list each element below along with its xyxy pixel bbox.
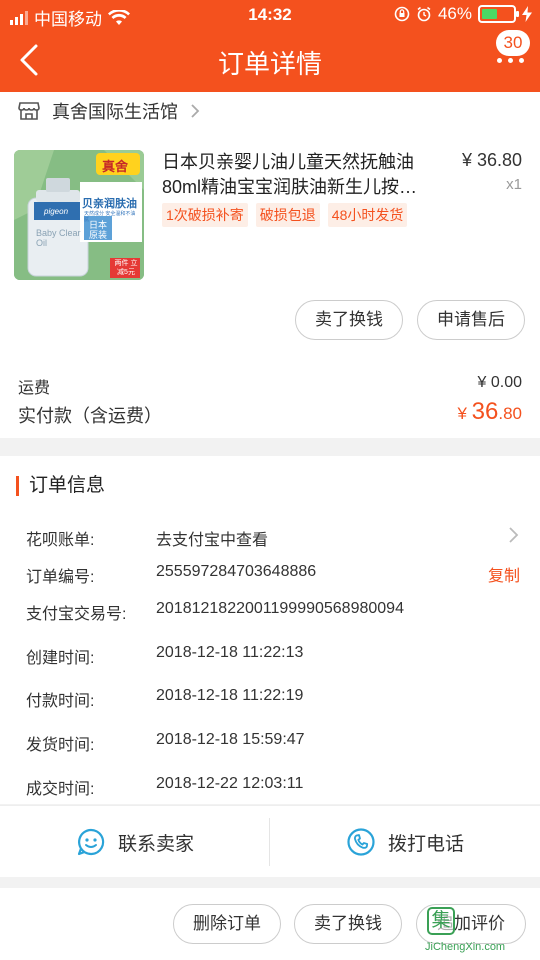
call-phone-button[interactable]: 拨打电话 [270, 806, 540, 878]
product-title[interactable]: 日本贝亲婴儿油儿童天然抚触油80ml精油宝宝润肤油新生儿按… [162, 150, 442, 200]
shipping-value: ¥ 0.00 [477, 374, 522, 391]
alarm-icon [417, 6, 431, 22]
rotation-lock-icon [394, 6, 410, 22]
info-label: 支付宝交易号: [26, 606, 127, 623]
info-label: 发货时间: [26, 737, 95, 754]
completed-time: 2018-12-22 12:03:11 [156, 775, 304, 792]
top-bar: 中国移动 14:32 46% 订单详情 30 [0, 0, 540, 92]
service-tag: 破损包退 [255, 203, 320, 227]
store-name: 真舍国际生活馆 [52, 102, 178, 122]
more-dots-icon [497, 58, 524, 63]
product-quantity: x1 [506, 176, 522, 193]
status-right: 46% [394, 4, 532, 24]
contact-seller-button[interactable]: 联系卖家 [0, 806, 270, 878]
product-price: ¥ 36.80 [461, 150, 522, 170]
huabei-bill-link[interactable]: 去支付宝中查看 [156, 526, 268, 550]
message-count-badge[interactable]: 30 [496, 30, 530, 56]
delete-order-button[interactable]: 删除订单 [173, 904, 281, 944]
info-label: 成交时间: [26, 781, 95, 798]
image-product-name-en: Baby Clear Oil [36, 228, 81, 248]
chevron-right-icon[interactable] [508, 526, 520, 544]
image-origin-label: 日本原装 [88, 220, 107, 240]
shipping-label: 运费 [18, 380, 51, 397]
chevron-right-icon [191, 104, 200, 118]
battery-icon [478, 5, 519, 23]
order-info-title: 订单信息 [16, 476, 105, 496]
service-tag: 1次破损补寄 [162, 203, 248, 227]
contact-bar: 联系卖家 拨打电话 [0, 805, 540, 877]
resell-button[interactable]: 卖了换钱 [295, 300, 403, 340]
copy-button[interactable]: 复制 [488, 562, 520, 586]
store-icon [18, 102, 40, 120]
store-link[interactable]: 真舍国际生活馆 [18, 98, 200, 124]
watermark-logo-icon: 集 [427, 907, 455, 935]
shipped-time: 2018-12-18 15:59:47 [156, 731, 305, 748]
call-phone-label: 拨打电话 [387, 833, 464, 855]
order-number: 255597284703648886 [156, 563, 317, 580]
contact-seller-label: 联系卖家 [117, 833, 194, 855]
paid-currency: ¥ [457, 404, 472, 423]
created-time: 2018-12-18 11:22:13 [156, 644, 304, 661]
info-label: 创建时间: [26, 650, 95, 667]
paid-amount: ¥ 36.80 [457, 398, 522, 426]
image-product-name: 贝亲润肤油 [82, 198, 137, 210]
charging-icon [522, 6, 532, 22]
info-label: 付款时间: [26, 693, 95, 710]
image-offer-label: 两件 立减5元 [114, 260, 138, 276]
product-image[interactable]: 真舍 pigeon 贝亲润肤油 天然成分 安全温和不油腻 Baby Clear … [14, 150, 144, 280]
resell-button-bottom[interactable]: 卖了换钱 [294, 904, 402, 944]
nav-bar: 订单详情 30 [0, 30, 540, 92]
phone-icon [347, 828, 375, 856]
paid-time: 2018-12-18 11:22:19 [156, 687, 304, 704]
paid-label: 实付款（含运费） [18, 406, 162, 426]
apply-after-sale-button[interactable]: 申请售后 [417, 300, 525, 340]
alipay-trade-number: 2018121822001199990568980094 [156, 600, 404, 617]
page-title: 订单详情 [217, 49, 322, 79]
site-watermark: 集 JiChengXin.com [425, 905, 535, 957]
status-bar: 中国移动 14:32 46% [0, 0, 540, 30]
info-label: 订单编号: [26, 569, 95, 586]
info-label: 花呗账单: [26, 532, 95, 549]
chat-icon [77, 828, 105, 856]
paid-amount-integer: 36 [471, 398, 499, 425]
battery-percent: 46% [437, 4, 472, 23]
service-tags: 1次破损补寄 破损包退 48小时发货 [162, 203, 408, 227]
watermark-text: JiChengXin.com [425, 941, 506, 953]
image-brand-label: pigeon [44, 207, 69, 216]
image-store-badge: 真舍 [102, 159, 129, 174]
service-tag: 48小时发货 [327, 203, 408, 227]
paid-amount-decimal: .80 [498, 404, 522, 423]
